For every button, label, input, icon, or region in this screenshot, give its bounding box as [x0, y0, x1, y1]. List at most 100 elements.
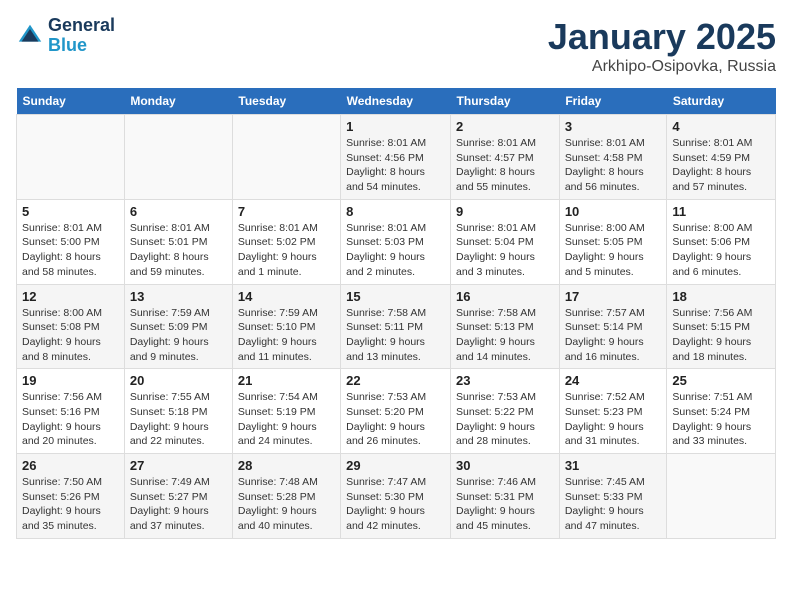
- calendar-cell: 28Sunrise: 7:48 AM Sunset: 5:28 PM Dayli…: [232, 454, 340, 539]
- day-number: 16: [456, 289, 554, 304]
- calendar-cell: 29 Sunrise: 7:47 AM Sunset: 5:30 PM Dayli…: [341, 454, 451, 539]
- day-number: 6: [130, 204, 227, 219]
- calendar-cell: [667, 454, 776, 539]
- day-number: 4: [672, 119, 770, 134]
- logo-icon: [16, 22, 44, 50]
- cell-details: Sunrise: 7:55 AM Sunset: 5:18 PM Dayligh…: [130, 390, 227, 449]
- day-number: 14: [238, 289, 335, 304]
- weekday-header-wednesday: Wednesday: [341, 88, 451, 115]
- cell-details: Sunrise: 8:00 AM Sunset: 5:08 PM Dayligh…: [22, 306, 119, 365]
- cell-details: Sunrise: 7:52 AM Sunset: 5:23 PM Dayligh…: [565, 390, 662, 449]
- day-number: 20: [130, 373, 227, 388]
- cell-details: Sunrise: 7:47 AM Sunset: 5:30 PM Dayligh…: [346, 475, 445, 534]
- day-number: 31: [565, 458, 662, 473]
- day-number: 25: [672, 373, 770, 388]
- location-subtitle: Arkhipo-Osipovka, Russia: [548, 58, 776, 76]
- cell-details: Sunrise: 8:01 AM Sunset: 5:01 PM Dayligh…: [130, 221, 227, 280]
- calendar-week-row: 1 Sunrise: 8:01 AM Sunset: 4:56 PM Daylig…: [17, 115, 776, 200]
- calendar-cell: 21 Sunrise: 7:54 AM Sunset: 5:19 PM Dayli…: [232, 369, 340, 454]
- calendar-cell: 31 Sunrise: 7:45 AM Sunset: 5:33 PM Dayli…: [559, 454, 667, 539]
- calendar-week-row: 19Sunrise: 7:56 AM Sunset: 5:16 PM Dayli…: [17, 369, 776, 454]
- day-number: 13: [130, 289, 227, 304]
- day-number: 8: [346, 204, 445, 219]
- calendar-cell: 10Sunrise: 8:00 AM Sunset: 5:05 PM Dayli…: [559, 199, 667, 284]
- cell-details: Sunrise: 7:48 AM Sunset: 5:28 PM Dayligh…: [238, 475, 335, 534]
- weekday-header-friday: Friday: [559, 88, 667, 115]
- day-number: 1: [346, 119, 445, 134]
- calendar-cell: 30 Sunrise: 7:46 AM Sunset: 5:31 PM Dayli…: [451, 454, 560, 539]
- calendar-cell: 8 Sunrise: 8:01 AM Sunset: 5:03 PM Daylig…: [341, 199, 451, 284]
- calendar-cell: 2 Sunrise: 8:01 AM Sunset: 4:57 PM Daylig…: [451, 115, 560, 200]
- day-number: 9: [456, 204, 554, 219]
- weekday-header-thursday: Thursday: [451, 88, 560, 115]
- calendar-cell: [232, 115, 340, 200]
- calendar-cell: 7 Sunrise: 8:01 AM Sunset: 5:02 PM Daylig…: [232, 199, 340, 284]
- cell-details: Sunrise: 7:45 AM Sunset: 5:33 PM Dayligh…: [565, 475, 662, 534]
- calendar-cell: 15 Sunrise: 7:58 AM Sunset: 5:11 PM Dayli…: [341, 284, 451, 369]
- day-number: 21: [238, 373, 335, 388]
- cell-details: Sunrise: 8:00 AM Sunset: 5:06 PM Dayligh…: [672, 221, 770, 280]
- cell-details: Sunrise: 7:54 AM Sunset: 5:19 PM Dayligh…: [238, 390, 335, 449]
- day-number: 11: [672, 204, 770, 219]
- cell-details: Sunrise: 8:00 AM Sunset: 5:05 PM Dayligh…: [565, 221, 662, 280]
- cell-details: Sunrise: 7:59 AM Sunset: 5:09 PM Dayligh…: [130, 306, 227, 365]
- calendar-cell: 12Sunrise: 8:00 AM Sunset: 5:08 PM Dayli…: [17, 284, 125, 369]
- calendar-cell: 27 Sunrise: 7:49 AM Sunset: 5:27 PM Dayli…: [124, 454, 232, 539]
- calendar-cell: 6 Sunrise: 8:01 AM Sunset: 5:01 PM Daylig…: [124, 199, 232, 284]
- calendar-cell: 22Sunrise: 7:53 AM Sunset: 5:20 PM Dayli…: [341, 369, 451, 454]
- calendar-cell: 16 Sunrise: 7:58 AM Sunset: 5:13 PM Dayli…: [451, 284, 560, 369]
- calendar-cell: 20 Sunrise: 7:55 AM Sunset: 5:18 PM Dayli…: [124, 369, 232, 454]
- day-number: 18: [672, 289, 770, 304]
- calendar-cell: 18 Sunrise: 7:56 AM Sunset: 5:15 PM Dayli…: [667, 284, 776, 369]
- calendar-table: SundayMondayTuesdayWednesdayThursdayFrid…: [16, 88, 776, 539]
- day-number: 2: [456, 119, 554, 134]
- cell-details: Sunrise: 8:01 AM Sunset: 4:59 PM Dayligh…: [672, 136, 770, 195]
- cell-details: Sunrise: 7:57 AM Sunset: 5:14 PM Dayligh…: [565, 306, 662, 365]
- day-number: 7: [238, 204, 335, 219]
- calendar-cell: 11 Sunrise: 8:00 AM Sunset: 5:06 PM Dayli…: [667, 199, 776, 284]
- day-number: 15: [346, 289, 445, 304]
- cell-details: Sunrise: 8:01 AM Sunset: 4:58 PM Dayligh…: [565, 136, 662, 195]
- day-number: 30: [456, 458, 554, 473]
- cell-details: Sunrise: 8:01 AM Sunset: 5:02 PM Dayligh…: [238, 221, 335, 280]
- calendar-body: 1 Sunrise: 8:01 AM Sunset: 4:56 PM Daylig…: [17, 115, 776, 539]
- cell-details: Sunrise: 7:56 AM Sunset: 5:15 PM Dayligh…: [672, 306, 770, 365]
- cell-details: Sunrise: 7:59 AM Sunset: 5:10 PM Dayligh…: [238, 306, 335, 365]
- cell-details: Sunrise: 8:01 AM Sunset: 4:57 PM Dayligh…: [456, 136, 554, 195]
- cell-details: Sunrise: 7:49 AM Sunset: 5:27 PM Dayligh…: [130, 475, 227, 534]
- calendar-cell: 13 Sunrise: 7:59 AM Sunset: 5:09 PM Dayli…: [124, 284, 232, 369]
- page-header: General Blue January 2025 Arkhipo-Osipov…: [16, 16, 776, 76]
- calendar-cell: 17Sunrise: 7:57 AM Sunset: 5:14 PM Dayli…: [559, 284, 667, 369]
- day-number: 26: [22, 458, 119, 473]
- cell-details: Sunrise: 8:01 AM Sunset: 5:03 PM Dayligh…: [346, 221, 445, 280]
- weekday-header-monday: Monday: [124, 88, 232, 115]
- calendar-cell: 3Sunrise: 8:01 AM Sunset: 4:58 PM Daylig…: [559, 115, 667, 200]
- cell-details: Sunrise: 7:53 AM Sunset: 5:20 PM Dayligh…: [346, 390, 445, 449]
- title-area: January 2025 Arkhipo-Osipovka, Russia: [548, 16, 776, 76]
- calendar-cell: 4 Sunrise: 8:01 AM Sunset: 4:59 PM Daylig…: [667, 115, 776, 200]
- calendar-cell: 25 Sunrise: 7:51 AM Sunset: 5:24 PM Dayli…: [667, 369, 776, 454]
- calendar-week-row: 5 Sunrise: 8:01 AM Sunset: 5:00 PM Daylig…: [17, 199, 776, 284]
- day-number: 29: [346, 458, 445, 473]
- cell-details: Sunrise: 7:51 AM Sunset: 5:24 PM Dayligh…: [672, 390, 770, 449]
- cell-details: Sunrise: 7:46 AM Sunset: 5:31 PM Dayligh…: [456, 475, 554, 534]
- cell-details: Sunrise: 8:01 AM Sunset: 5:00 PM Dayligh…: [22, 221, 119, 280]
- calendar-cell: [17, 115, 125, 200]
- calendar-cell: 26Sunrise: 7:50 AM Sunset: 5:26 PM Dayli…: [17, 454, 125, 539]
- day-number: 27: [130, 458, 227, 473]
- day-number: 5: [22, 204, 119, 219]
- calendar-cell: [124, 115, 232, 200]
- cell-details: Sunrise: 7:53 AM Sunset: 5:22 PM Dayligh…: [456, 390, 554, 449]
- cell-details: Sunrise: 8:01 AM Sunset: 4:56 PM Dayligh…: [346, 136, 445, 195]
- calendar-cell: 19Sunrise: 7:56 AM Sunset: 5:16 PM Dayli…: [17, 369, 125, 454]
- cell-details: Sunrise: 7:58 AM Sunset: 5:13 PM Dayligh…: [456, 306, 554, 365]
- weekday-header-tuesday: Tuesday: [232, 88, 340, 115]
- calendar-cell: 14 Sunrise: 7:59 AM Sunset: 5:10 PM Dayli…: [232, 284, 340, 369]
- cell-details: Sunrise: 8:01 AM Sunset: 5:04 PM Dayligh…: [456, 221, 554, 280]
- cell-details: Sunrise: 7:58 AM Sunset: 5:11 PM Dayligh…: [346, 306, 445, 365]
- calendar-cell: 1 Sunrise: 8:01 AM Sunset: 4:56 PM Daylig…: [341, 115, 451, 200]
- calendar-cell: 23 Sunrise: 7:53 AM Sunset: 5:22 PM Dayli…: [451, 369, 560, 454]
- weekday-header-saturday: Saturday: [667, 88, 776, 115]
- day-number: 23: [456, 373, 554, 388]
- calendar-cell: 24Sunrise: 7:52 AM Sunset: 5:23 PM Dayli…: [559, 369, 667, 454]
